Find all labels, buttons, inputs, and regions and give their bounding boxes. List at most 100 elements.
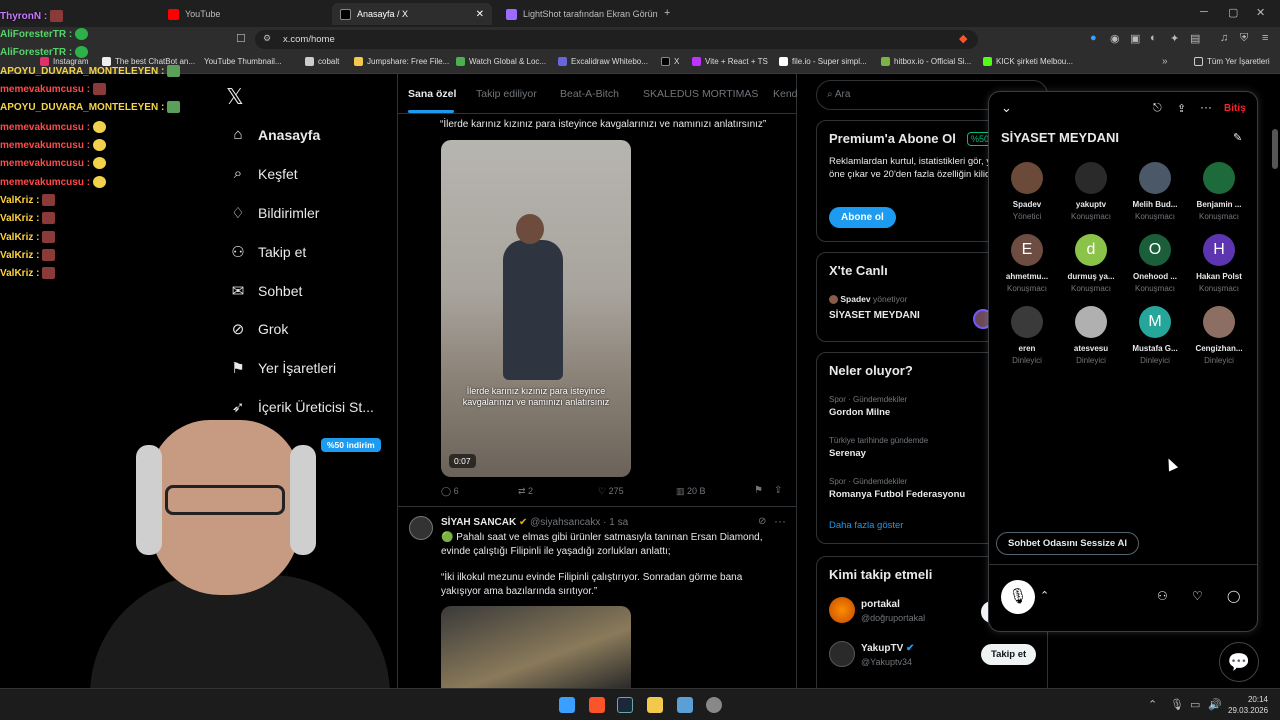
trend-item[interactable]: Spor · Gündemdekiler Gordon Milne [829,395,907,418]
space-participant[interactable]: Eahmetmu... Konuşmacı [995,234,1059,293]
people-icon[interactable]: ⚇ [1157,589,1168,603]
extension-icon[interactable]: ▣ [1130,32,1140,45]
space-participant[interactable]: Benjamin ... Konuşmacı [1187,162,1251,221]
brave-browser-icon[interactable] [589,697,605,713]
microphone-icon[interactable]: 🎙 [1170,698,1184,711]
trend-item[interactable]: Türkiye tarihinde gündemde Serenay [829,436,928,459]
extension-icon[interactable]: ● [1090,32,1097,44]
share-icon[interactable]: ⇪ [774,485,782,496]
avatar[interactable] [829,597,855,623]
tab-for-you[interactable]: Sana özel [408,88,456,100]
recording-icon[interactable]: ⎋ [1153,102,1162,115]
bookmark-excalidraw[interactable]: Excalidraw Whitebo... [558,57,648,66]
reaction-icon[interactable]: ♡ [1192,589,1203,603]
chevron-up-icon[interactable]: ⌃ [1040,589,1049,602]
like-button[interactable]: ♡ 275 [598,486,624,497]
steam-icon[interactable] [617,697,633,713]
trend-item[interactable]: Spor · Gündemdekiler Romanya Futbol Fede… [829,477,965,500]
nav-chat[interactable]: ✉ Sohbet [228,282,303,300]
scrollbar[interactable] [1272,129,1278,169]
volume-icon[interactable]: 🔊 [1208,698,1222,711]
close-tab-icon[interactable]: ✕ [476,9,484,20]
tab-skaledus[interactable]: SKALEDUS MORTIMAS [643,88,758,100]
subscribe-button[interactable]: Abone ol [829,207,896,228]
space-participant[interactable]: H Hakan Polst Konuşmacı [1187,234,1251,293]
tab-x-home[interactable]: Anasayfa / X ✕ [332,3,492,25]
follow-button[interactable]: Takip et [981,644,1037,665]
sidebar-icon[interactable]: ▤ [1190,32,1200,45]
shield-icon[interactable]: ⛨ [1240,32,1248,45]
extension-icon[interactable]: ◉ [1110,32,1120,45]
tab-following[interactable]: Takip ediliyor [476,88,537,100]
url-field[interactable]: ⚙ x.com/home [255,30,978,49]
post-video[interactable]: İlerde karınız kızınız para isteyince ka… [441,140,631,477]
show-more-link[interactable]: Daha fazla göster [829,520,903,531]
microphone-button[interactable]: 🎙 [1001,580,1035,614]
space-participant[interactable]: atesvesu Dinleyici [1059,306,1123,365]
space-participant[interactable]: eren Dinleyici [995,306,1059,365]
grok-post-icon[interactable]: ⊘ [758,516,766,527]
bookmark-vite[interactable]: Vite + React + TS [692,57,768,66]
tab-beat-a-bitch[interactable]: Beat-A-Bitch [560,88,619,100]
more-bookmarks-icon[interactable]: » [1162,56,1168,67]
site-info-icon[interactable]: ⚙ [263,33,271,44]
collapse-icon[interactable]: ⌄ [1001,100,1012,116]
suggest-name-row[interactable]: YakupTV ✔ [861,643,914,654]
tab-kend[interactable]: Kend [773,88,798,100]
nav-follow[interactable]: ⚇ Takip et [228,243,306,261]
bookmark-watch-global[interactable]: Watch Global & Loc... [456,57,546,66]
nav-creator-studio[interactable]: ➶ İçerik Üreticisi St... [228,398,374,416]
chevron-up-icon[interactable]: ⌃ [1148,698,1157,711]
nav-explore[interactable]: ⌕ Keşfet [228,165,298,182]
bookmark-jumpshare[interactable]: Jumpshare: Free File... [354,57,449,66]
edit-icon[interactable]: ✎ [1233,131,1242,144]
space-participant[interactable]: Cengizhan... Dinleyici [1187,306,1251,365]
more-options-icon[interactable]: ··· [774,514,786,528]
repost-button[interactable]: ⇄ 2 [518,486,533,497]
space-participant[interactable]: M Mustafa G... Dinleyici [1123,306,1187,365]
all-bookmarks[interactable]: Tüm Yer İşaretleri [1194,57,1270,66]
live-space-name[interactable]: SİYASET MEYDANI [829,310,920,321]
more-options-icon[interactable]: ··· [1200,100,1212,114]
new-tab-icon[interactable]: + [664,7,670,19]
nav-notifications[interactable]: ♢ Bildirimler [228,204,319,222]
space-participant[interactable]: Spadev Yönetici [995,162,1059,221]
media-icon[interactable]: ♫ [1220,32,1228,44]
bookmark-post-icon[interactable]: ⚑ [754,485,763,496]
brave-shield-icon[interactable]: ◆ [959,32,967,45]
menu-icon[interactable]: ≡ [1262,32,1268,44]
share-icon[interactable]: ⇪ [1177,102,1186,115]
network-icon[interactable]: ▭ [1190,698,1200,711]
space-participant[interactable]: d durmuş ya... Konuşmacı [1059,234,1123,293]
author-handle[interactable]: @siyahsancakx [530,517,600,528]
extension-icon[interactable]: ◐ [1150,32,1157,44]
space-participant[interactable]: Melih Bud... Konuşmacı [1123,162,1187,221]
file-explorer-icon[interactable] [647,697,663,713]
post-image[interactable] [441,606,631,688]
bookmark-cobalt[interactable]: cobalt [305,57,339,66]
author-name[interactable]: SİYAH SANCAK [441,517,516,528]
clock[interactable]: 20:14 29.03.2026 [1228,694,1268,716]
start-icon[interactable] [559,697,575,713]
extensions-puzzle-icon[interactable]: ✦ [1170,32,1179,45]
bookmark-fileio[interactable]: file.io - Super simpl... [779,57,867,66]
nav-home[interactable]: ⌂ Anasayfa [228,126,320,143]
settings-icon[interactable] [706,697,722,713]
tab-lightshot[interactable]: LightShot tarafından Ekran Görüntüs [498,3,658,25]
bookmark-kick[interactable]: KICK şirketi Melbou... [983,57,1073,66]
bookmark-hitbox[interactable]: hitbox.io - Official Si... [881,57,971,66]
avatar[interactable] [409,516,433,540]
mute-space-button[interactable]: Sohbet Odasını Sessize Al [996,532,1139,555]
space-participant[interactable]: yakuptv Konuşmacı [1059,162,1123,221]
minimize-icon[interactable]: ─ [1200,6,1208,18]
avatar[interactable] [829,641,855,667]
bookmark-x[interactable]: X [661,57,679,66]
end-space-button[interactable]: Bitiş [1224,103,1246,114]
bookmark-icon[interactable]: ☐ [236,32,246,45]
app-icon[interactable] [677,697,693,713]
maximize-icon[interactable]: ▢ [1228,6,1238,19]
nav-grok[interactable]: ⊘ Grok [228,320,289,338]
comment-icon[interactable]: ◯ [1227,589,1240,603]
views-button[interactable]: ▥ 20 B [676,486,706,497]
messages-fab-icon[interactable]: 💬 [1219,642,1259,682]
